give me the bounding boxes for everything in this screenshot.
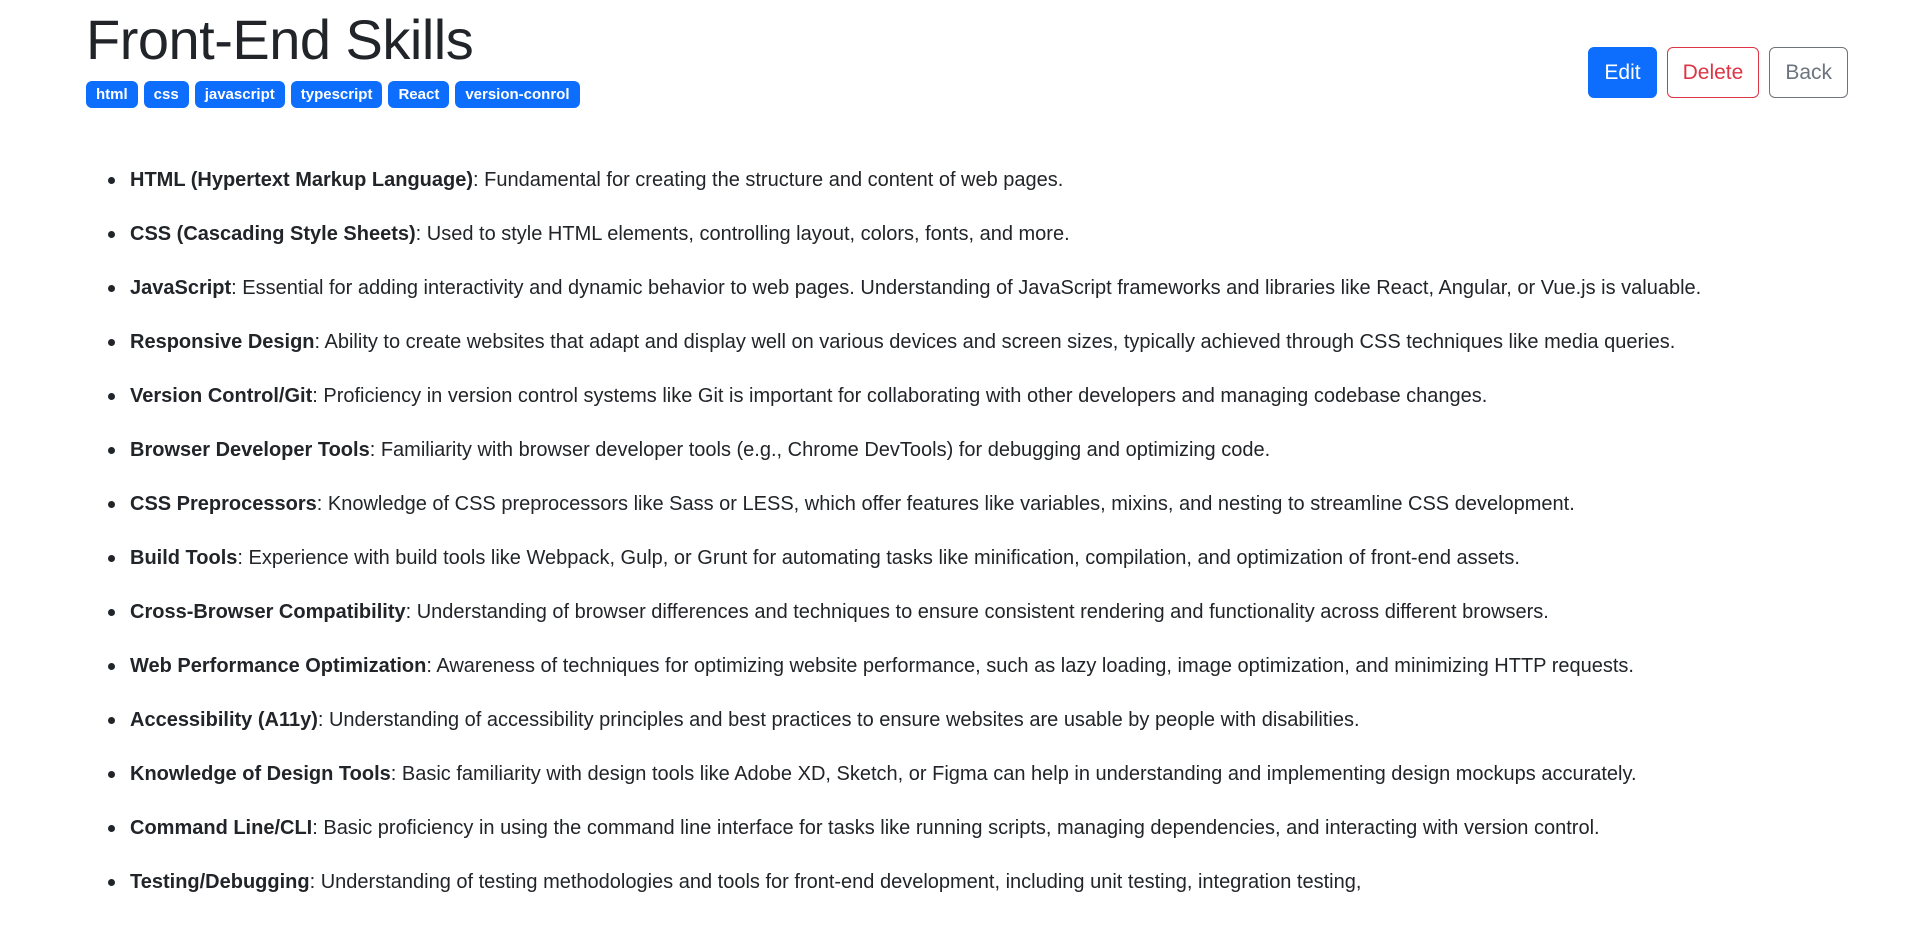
delete-button[interactable]: Delete <box>1666 47 1760 98</box>
skill-description: : Awareness of techniques for optimizing… <box>426 655 1634 677</box>
skill-name: Build Tools <box>130 547 238 569</box>
skill-description: : Understanding of browser differences a… <box>405 601 1549 623</box>
skill-description: : Familiarity with browser developer too… <box>369 439 1271 461</box>
edit-button[interactable]: Edit <box>1588 47 1657 98</box>
list-item: Cross-Browser Compatibility: Understandi… <box>108 600 1848 624</box>
list-item: Version Control/Git: Proficiency in vers… <box>108 384 1848 408</box>
skill-description: : Basic familiarity with design tools li… <box>390 763 1637 785</box>
tag-list: html css javascript typescript React ver… <box>86 81 580 108</box>
skill-description: : Understanding of testing methodologies… <box>309 871 1362 893</box>
list-item: JavaScript: Essential for adding interac… <box>108 276 1848 300</box>
tag-badge-version-control: version-conrol <box>455 81 580 108</box>
skill-description: : Basic proficiency in using the command… <box>312 817 1600 839</box>
list-item: Knowledge of Design Tools: Basic familia… <box>108 762 1848 786</box>
skill-description: : Experience with build tools like Webpa… <box>237 547 1520 569</box>
list-item: Responsive Design: Ability to create web… <box>108 330 1848 354</box>
page-container: Front-End Skills html css javascript typ… <box>86 0 1848 939</box>
tag-badge-html: html <box>86 81 138 108</box>
skill-description: : Knowledge of CSS preprocessors like Sa… <box>316 493 1575 515</box>
page-title: Front-End Skills <box>86 8 474 71</box>
skill-description: : Ability to create websites that adapt … <box>314 331 1676 353</box>
skill-name: HTML (Hypertext Markup Language) <box>130 169 473 191</box>
skills-list: HTML (Hypertext Markup Language): Fundam… <box>86 168 1848 924</box>
list-item: Accessibility (A11y): Understanding of a… <box>108 708 1848 732</box>
skill-description: : Used to style HTML elements, controlli… <box>415 223 1070 245</box>
list-item: Testing/Debugging: Understanding of test… <box>108 870 1848 894</box>
action-buttons: Edit Delete Back <box>1588 47 1848 98</box>
skill-description: : Fundamental for creating the structure… <box>473 169 1064 191</box>
skill-name: Browser Developer Tools <box>130 439 370 461</box>
skill-name: Cross-Browser Compatibility <box>130 601 406 623</box>
skill-name: Version Control/Git <box>130 385 313 407</box>
skill-name: CSS Preprocessors <box>130 493 317 515</box>
list-item: CSS (Cascading Style Sheets): Used to st… <box>108 222 1848 246</box>
skill-name: CSS (Cascading Style Sheets) <box>130 223 416 245</box>
list-item: Web Performance Optimization: Awareness … <box>108 654 1848 678</box>
tag-badge-react: React <box>388 81 450 108</box>
list-item: Command Line/CLI: Basic proficiency in u… <box>108 816 1848 840</box>
skill-description: : Proficiency in version control systems… <box>312 385 1488 407</box>
skill-name: Web Performance Optimization <box>130 655 427 677</box>
skill-name: Responsive Design <box>130 331 315 353</box>
list-item: Build Tools: Experience with build tools… <box>108 546 1848 570</box>
tag-badge-typescript: typescript <box>290 81 383 108</box>
tag-badge-javascript: javascript <box>194 81 285 108</box>
skill-description: : Understanding of accessibility princip… <box>317 709 1360 731</box>
page-header: Front-End Skills html css javascript typ… <box>86 0 1848 140</box>
tag-badge-css: css <box>143 81 189 108</box>
list-item: CSS Preprocessors: Knowledge of CSS prep… <box>108 492 1848 516</box>
skill-name: Testing/Debugging <box>130 871 310 893</box>
skill-name: Knowledge of Design Tools <box>130 763 391 785</box>
list-item: Browser Developer Tools: Familiarity wit… <box>108 438 1848 462</box>
list-item: HTML (Hypertext Markup Language): Fundam… <box>108 168 1848 192</box>
skill-name: JavaScript <box>130 277 232 299</box>
skill-name: Accessibility (A11y) <box>130 709 318 731</box>
back-button[interactable]: Back <box>1769 47 1848 98</box>
skill-description: : Essential for adding interactivity and… <box>231 277 1702 299</box>
skill-name: Command Line/CLI <box>130 817 313 839</box>
